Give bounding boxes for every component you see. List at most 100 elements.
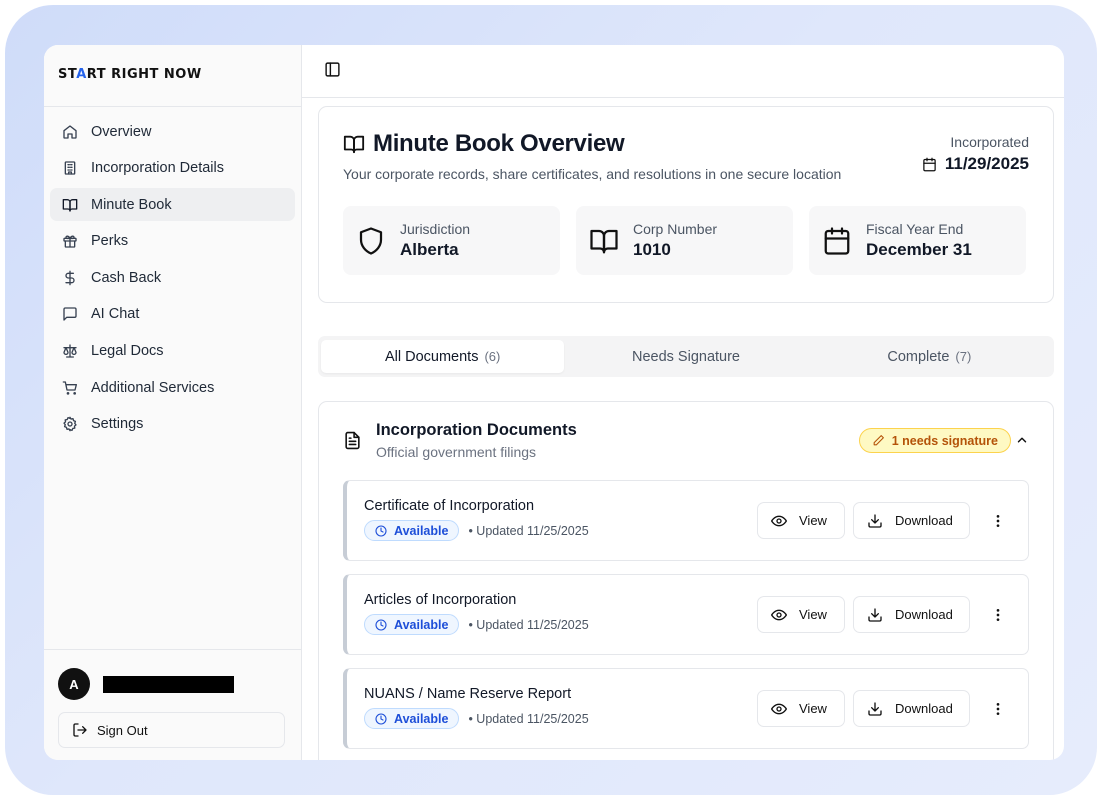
download-button[interactable]: Download <box>853 502 970 539</box>
sidebar-item-cash-back[interactable]: Cash Back <box>50 261 295 294</box>
view-label: View <box>799 513 827 528</box>
tab-complete[interactable]: Complete (7) <box>808 340 1051 373</box>
clock-icon <box>375 618 387 631</box>
file-text-icon <box>345 431 360 450</box>
shield-icon <box>359 226 383 255</box>
needs-signature-badge: 1 needs signature <box>858 428 1011 453</box>
clock-icon <box>375 712 387 725</box>
sidebar-toggle-icon[interactable] <box>324 61 341 78</box>
sign-out-button[interactable]: Sign Out <box>58 712 285 748</box>
cart-icon <box>62 380 77 395</box>
sidebar-item-settings[interactable]: Settings <box>50 408 295 441</box>
incorporated-date-text: 11/29/2025 <box>944 154 1029 173</box>
gear-icon <box>63 416 77 432</box>
updated-text: • Updated 11/25/2025 <box>468 617 589 632</box>
more-options-icon[interactable] <box>990 607 1006 623</box>
incorporated-date: 11/29/2025 <box>922 154 1029 174</box>
tab-label: All Documents <box>384 348 479 365</box>
user-info[interactable]: A <box>58 668 287 700</box>
download-label: Download <box>895 513 953 528</box>
view-button[interactable]: View <box>757 502 845 539</box>
sidebar-item-label: Legal Docs <box>91 343 164 360</box>
stat-jurisdiction: Jurisdiction Alberta <box>343 206 560 275</box>
more-options-icon[interactable] <box>990 701 1006 717</box>
stats-row: Jurisdiction Alberta Corp Number 1010 Fi… <box>343 206 1029 275</box>
gift-icon <box>63 235 77 248</box>
calendar-icon <box>824 226 850 255</box>
sidebar-item-label: Perks <box>91 233 129 250</box>
book-open-icon <box>343 135 365 154</box>
content-area: Minute Book Overview Your corporate reco… <box>302 98 1064 760</box>
stat-corp-number: Corp Number 1010 <box>576 206 793 275</box>
status-badge: Available <box>364 708 460 729</box>
download-button[interactable]: Download <box>853 596 970 633</box>
tab-needs-signature[interactable]: Needs Signature <box>564 340 807 373</box>
tab-all-documents[interactable]: All Documents (6) <box>321 340 565 373</box>
sidebar-item-label: Settings <box>91 416 144 433</box>
top-bar <box>302 45 1064 98</box>
download-icon <box>868 513 882 528</box>
updated-text: • Updated 11/25/2025 <box>468 711 589 726</box>
view-button[interactable]: View <box>757 690 845 727</box>
section-header: Incorporation Documents Official governm… <box>343 421 1029 480</box>
sidebar-item-label: Incorporation Details <box>91 160 224 177</box>
app-window: START RIGHT NOW Overview Incorporation D… <box>44 45 1064 760</box>
incorporated-info: Incorporated 11/29/2025 <box>922 134 1029 174</box>
download-label: Download <box>895 701 953 716</box>
download-icon <box>868 701 882 716</box>
sidebar-item-perks[interactable]: Perks <box>50 225 295 258</box>
eye-icon <box>771 515 787 526</box>
incorporated-label: Incorporated <box>950 134 1029 150</box>
more-options-icon[interactable] <box>990 513 1006 529</box>
document-row: NUANS / Name Reserve Report Available • … <box>343 668 1029 749</box>
sidebar-item-incorporation-details[interactable]: Incorporation Details <box>50 152 295 185</box>
download-button[interactable]: Download <box>853 690 970 727</box>
scale-icon <box>63 344 77 358</box>
dollar-icon <box>65 270 75 286</box>
sidebar-item-ai-chat[interactable]: AI Chat <box>50 298 295 331</box>
brand-text-2: RT RIGHT NOW <box>86 67 202 82</box>
download-icon <box>868 607 882 622</box>
sidebar-footer: A Sign Out <box>44 649 301 760</box>
sidebar-item-label: Additional Services <box>91 379 215 396</box>
download-label: Download <box>895 607 953 622</box>
stat-value: December 31 <box>866 240 972 259</box>
stat-label: Corp Number <box>633 221 718 237</box>
tab-count: (6) <box>484 349 501 364</box>
sidebar-item-label: Minute Book <box>91 196 172 213</box>
section-title: Incorporation Documents <box>376 421 577 439</box>
tab-label: Needs Signature <box>631 348 740 365</box>
document-actions: View Download <box>749 502 1006 539</box>
chat-icon <box>63 307 77 322</box>
book-open-icon <box>62 198 78 212</box>
needs-signature-text: 1 needs signature <box>891 433 998 448</box>
sidebar-item-label: Overview <box>91 123 152 140</box>
minute-book-overview-card: Minute Book Overview Your corporate reco… <box>318 106 1054 303</box>
building-icon <box>64 161 76 175</box>
view-button[interactable]: View <box>757 596 845 633</box>
home-icon <box>63 124 77 139</box>
document-actions: View Download <box>749 596 1006 633</box>
calendar-icon <box>923 157 936 171</box>
status-text: Available <box>394 711 449 726</box>
chevron-up-icon[interactable] <box>1015 433 1029 447</box>
sidebar-item-label: AI Chat <box>91 306 140 323</box>
sidebar-item-label: Cash Back <box>91 269 162 286</box>
sidebar-item-minute-book[interactable]: Minute Book <box>50 188 295 222</box>
stat-label: Fiscal Year End <box>866 221 964 237</box>
sidebar-item-additional-services[interactable]: Additional Services <box>50 371 295 404</box>
redacted-user-name <box>103 675 234 693</box>
status-text: Available <box>394 523 449 538</box>
tab-count: (7) <box>955 349 972 364</box>
brand-logo[interactable]: START RIGHT NOW <box>44 45 301 107</box>
sign-out-label: Sign Out <box>97 722 148 738</box>
section-subtitle: Official government filings <box>376 444 537 460</box>
updated-text: • Updated 11/25/2025 <box>468 523 589 538</box>
log-out-icon <box>73 723 87 737</box>
avatar[interactable]: A <box>58 668 90 700</box>
sidebar-item-legal-docs[interactable]: Legal Docs <box>50 335 295 368</box>
sidebar-item-overview[interactable]: Overview <box>50 115 295 148</box>
pencil-icon <box>873 435 884 446</box>
clock-icon <box>375 524 387 537</box>
main-content: Minute Book Overview Your corporate reco… <box>302 45 1064 760</box>
